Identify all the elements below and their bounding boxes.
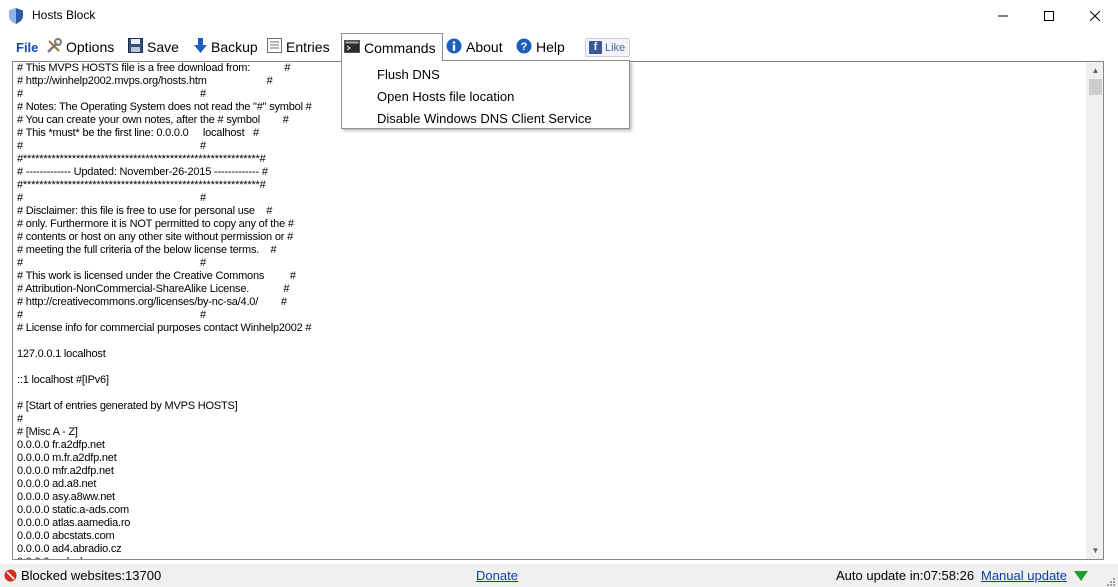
menu-file[interactable]: File: [16, 33, 38, 61]
facebook-icon: f: [589, 41, 602, 54]
download-arrow-icon: [194, 37, 207, 57]
scroll-down-arrow-icon[interactable]: ▼: [1087, 542, 1103, 559]
facebook-like-label: Like: [605, 41, 626, 54]
close-button[interactable]: [1072, 0, 1118, 31]
menu-entries-label: Entries: [286, 39, 330, 55]
donate-link[interactable]: Donate: [476, 568, 518, 583]
vertical-scrollbar[interactable]: ▲ ▼: [1086, 62, 1103, 559]
menu-help-label: Help: [536, 39, 565, 55]
blocked-status-icon: [4, 569, 17, 582]
commands-dropdown-menu: Flush DNS Open Hosts file location Disab…: [341, 60, 630, 129]
console-icon: [344, 39, 360, 56]
manual-update-link[interactable]: Manual update: [981, 568, 1067, 583]
tools-icon: [46, 37, 62, 57]
menu-item-open-hosts-location[interactable]: Open Hosts file location: [377, 85, 514, 107]
list-document-icon: [267, 38, 282, 56]
menu-entries[interactable]: Entries: [267, 33, 330, 61]
menu-options-label: Options: [66, 39, 115, 55]
menu-about[interactable]: About: [446, 33, 503, 61]
green-down-arrow-icon[interactable]: [1074, 570, 1088, 581]
menu-backup[interactable]: Backup: [194, 33, 258, 61]
maximize-button[interactable]: [1026, 0, 1072, 31]
menu-item-disable-dns-client[interactable]: Disable Windows DNS Client Service: [377, 107, 592, 129]
menu-commands-label: Commands: [364, 39, 436, 56]
shield-icon: [9, 8, 23, 24]
scrollbar-thumb[interactable]: [1089, 79, 1102, 95]
floppy-disk-icon: [128, 38, 143, 56]
menu-file-label: File: [16, 39, 39, 55]
menu-commands[interactable]: Commands: [341, 33, 443, 61]
minimize-button[interactable]: [980, 0, 1026, 31]
hosts-file-content[interactable]: # This MVPS HOSTS file is a free downloa…: [17, 62, 1087, 559]
menu-about-label: About: [466, 39, 503, 55]
resize-grip-icon[interactable]: [1106, 575, 1116, 586]
menu-options[interactable]: Options: [46, 33, 114, 61]
menu-backup-label: Backup: [211, 39, 258, 55]
menu-help[interactable]: ? Help: [516, 33, 565, 61]
window-title: Hosts Block: [32, 8, 96, 22]
svg-text:?: ?: [521, 41, 528, 53]
hosts-text-editor[interactable]: # This MVPS HOSTS file is a free downloa…: [12, 61, 1104, 560]
menu-save-label: Save: [147, 39, 179, 55]
menu-bar: File Options Save Backup Entries Command…: [0, 33, 1118, 61]
menu-save[interactable]: Save: [128, 33, 179, 61]
blocked-websites-count: Blocked websites:13700: [21, 568, 162, 583]
info-icon: [446, 38, 462, 57]
status-bar: Blocked websites:13700 Donate Auto updat…: [0, 564, 1118, 587]
help-question-icon: ?: [516, 38, 532, 57]
facebook-like-button[interactable]: f Like: [585, 38, 630, 57]
scroll-up-arrow-icon[interactable]: ▲: [1087, 62, 1103, 79]
auto-update-timer: Auto update in:07:58:26: [836, 568, 975, 583]
title-bar: Hosts Block: [0, 0, 1118, 31]
menu-item-flush-dns[interactable]: Flush DNS: [377, 63, 440, 85]
